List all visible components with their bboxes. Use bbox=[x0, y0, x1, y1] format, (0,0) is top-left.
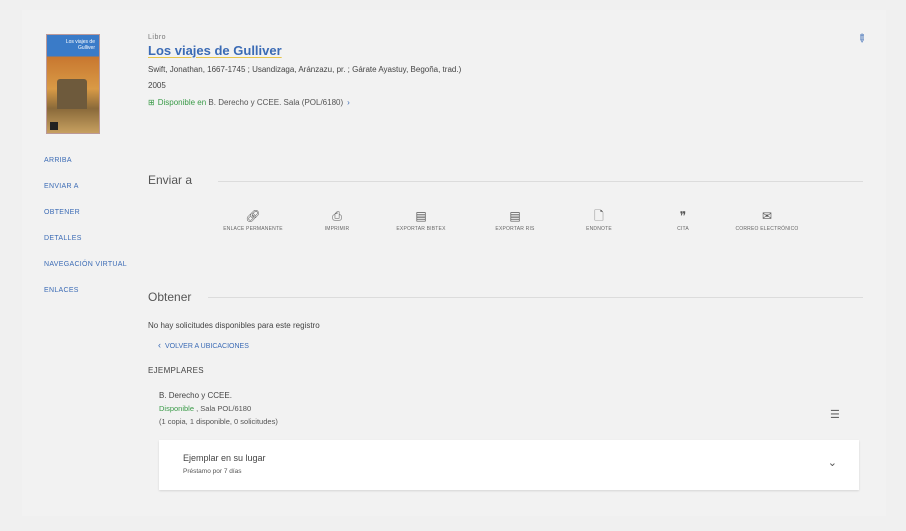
endnote-label: ENDNOTE bbox=[586, 226, 612, 232]
cite-label: CITA bbox=[677, 226, 689, 232]
send-to-actions: 🔗︎ ENLACE PERMANENTE ⎙ IMPRIMIR ▤ EXPORT… bbox=[218, 208, 818, 258]
obtain-heading: Obtener bbox=[148, 290, 192, 304]
permalink-button[interactable]: 🔗︎ ENLACE PERMANENTE bbox=[218, 208, 288, 233]
endnote-icon: 🗋︎ bbox=[594, 209, 604, 223]
chevron-right-icon: › bbox=[347, 98, 350, 107]
nav-item-navegacion-virtual[interactable]: NAVEGACIÓN VIRTUAL bbox=[44, 261, 154, 270]
bookshelf-icon: ⊞ bbox=[148, 98, 155, 107]
nav-item-enlaces[interactable]: ENLACES bbox=[44, 287, 154, 296]
send-to-heading: Enviar a bbox=[148, 173, 193, 187]
section-nav: ARRIBA ENVIAR A OBTENER DETALLES NAVEGAC… bbox=[44, 157, 154, 313]
availability-status: Disponible en bbox=[157, 98, 207, 107]
item-status: Ejemplar en su lugar bbox=[183, 453, 266, 463]
availability-location: B. Derecho y CCEE. Sala (POL/6180) bbox=[206, 98, 344, 107]
email-icon: ✉ bbox=[761, 209, 773, 223]
item-loan-policy: Préstamo por 7 días bbox=[183, 468, 242, 475]
copies-heading: EJEMPLARES bbox=[148, 366, 204, 375]
export-ris-button[interactable]: ▤ EXPORTAR RIS bbox=[480, 208, 550, 233]
record-title-link[interactable]: Los viajes de Gulliver bbox=[148, 43, 282, 58]
bibtex-icon: ▤ bbox=[415, 209, 427, 223]
nav-item-detalles[interactable]: DETALLES bbox=[44, 235, 154, 244]
nav-item-enviar-a[interactable]: ENVIAR A bbox=[44, 183, 154, 192]
obtain-divider bbox=[208, 297, 863, 298]
endnote-button[interactable]: 🗋︎ ENDNOTE bbox=[564, 208, 634, 233]
no-requests-message: No hay solicitudes disponibles para este… bbox=[148, 321, 320, 330]
link-icon: 🔗︎ bbox=[245, 209, 261, 223]
record-year: 2005 bbox=[148, 81, 166, 90]
email-button[interactable]: ✉ CORREO ELECTRÓNICO bbox=[732, 208, 802, 233]
record-type: Libro bbox=[148, 34, 167, 41]
publisher-logo bbox=[50, 122, 58, 130]
cover-title-text: Los viajes de Gulliver bbox=[65, 39, 95, 51]
quote-icon: ❞ bbox=[679, 209, 687, 223]
chevron-down-icon[interactable]: ⌄ bbox=[828, 456, 837, 469]
availability-link[interactable]: ⊞ Disponible en B. Derecho y CCEE. Sala (… bbox=[148, 98, 350, 107]
print-icon: ⎙ bbox=[332, 209, 342, 223]
record-authors: Swift, Jonathan, 1667-1745 ; Usandizaga,… bbox=[148, 65, 462, 74]
chevron-left-icon: ‹ bbox=[158, 340, 161, 350]
filter-icon[interactable]: ☰ bbox=[830, 408, 840, 421]
print-label: IMPRIMIR bbox=[324, 226, 350, 232]
location-name: B. Derecho y CCEE. bbox=[159, 391, 232, 400]
nav-item-arriba[interactable]: ARRIBA bbox=[44, 157, 154, 166]
record-panel: Los viajes de Gulliver Libro Los viajes … bbox=[22, 10, 886, 516]
ris-icon: ▤ bbox=[509, 209, 521, 223]
email-label: CORREO ELECTRÓNICO bbox=[735, 226, 799, 232]
location-status: Disponible bbox=[159, 404, 195, 413]
export-ris-label: EXPORTAR RIS bbox=[495, 226, 535, 232]
print-button[interactable]: ⎙ IMPRIMIR bbox=[302, 208, 372, 233]
item-card[interactable]: Ejemplar en su lugar Préstamo por 7 días… bbox=[159, 440, 859, 490]
export-bibtex-button[interactable]: ▤ EXPORTAR BIBTEX bbox=[386, 208, 456, 233]
cite-button[interactable]: ❞ CITA bbox=[648, 208, 718, 233]
back-to-locations-link[interactable]: ‹ VOLVER A UBICACIONES bbox=[158, 340, 249, 350]
cover-illustration bbox=[57, 79, 87, 109]
book-cover-image[interactable]: Los viajes de Gulliver bbox=[46, 34, 100, 134]
back-to-locations-label: VOLVER A UBICACIONES bbox=[165, 343, 249, 350]
nav-item-obtener[interactable]: OBTENER bbox=[44, 209, 154, 218]
location-shelf: , Sala POL/6180 bbox=[194, 404, 252, 413]
export-bibtex-label: EXPORTAR BIBTEX bbox=[396, 226, 446, 232]
pin-icon[interactable]: ✎ bbox=[854, 31, 870, 46]
send-to-divider bbox=[218, 181, 863, 182]
location-copies-summary: (1 copia, 1 disponible, 0 solicitudes) bbox=[159, 417, 278, 426]
location-status-line: Disponible , Sala POL/6180 bbox=[159, 404, 251, 413]
permalink-label: ENLACE PERMANENTE bbox=[223, 226, 283, 232]
